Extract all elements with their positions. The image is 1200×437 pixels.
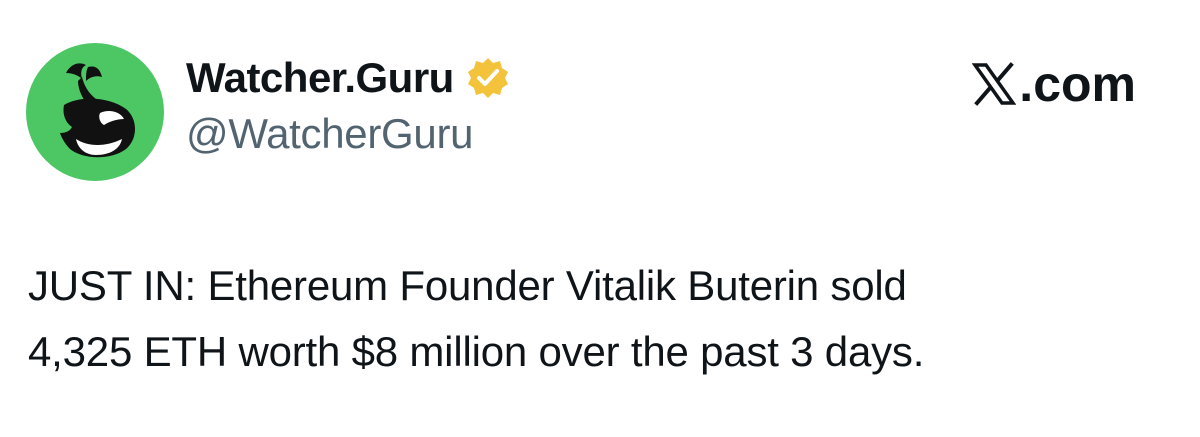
x-logo-icon bbox=[972, 62, 1017, 106]
author-name-row: Watcher.Guru bbox=[186, 54, 510, 102]
whale-icon bbox=[60, 63, 135, 158]
verified-badge-icon bbox=[467, 58, 508, 98]
brand-domain-suffix: .com bbox=[1019, 56, 1136, 112]
tweet-line: JUST IN: Ethereum Founder Vitalik Buteri… bbox=[28, 262, 907, 309]
tweet-line: 4,325 ETH worth $8 million over the past… bbox=[28, 328, 925, 375]
brand-domain: .com bbox=[972, 55, 1136, 113]
author-handle[interactable]: @WatcherGuru bbox=[186, 110, 474, 158]
tweet-card: Watcher.Guru @WatcherGuru .com JUST IN: … bbox=[0, 0, 1200, 437]
author-display-name[interactable]: Watcher.Guru bbox=[186, 54, 454, 102]
tweet-text: JUST IN: Ethereum Founder Vitalik Buteri… bbox=[28, 253, 1168, 385]
avatar[interactable] bbox=[26, 43, 164, 181]
